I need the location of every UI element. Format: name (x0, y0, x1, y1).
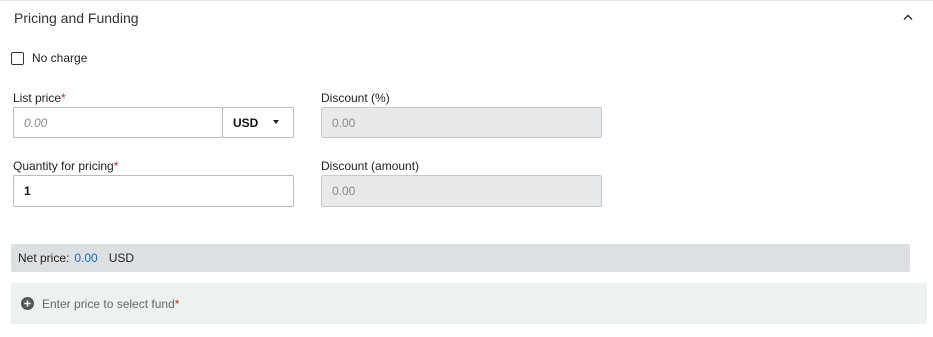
discount-amount-label: Discount (amount) (321, 159, 420, 173)
section-title: Pricing and Funding (14, 10, 139, 26)
required-marker: * (61, 91, 66, 105)
required-marker: * (174, 296, 180, 311)
select-fund-row[interactable]: Enter price to select fund* (11, 283, 927, 324)
list-price-placeholder: 0.00 (24, 115, 48, 130)
net-price-summary: Net price: 0.00 USD (11, 244, 910, 272)
discount-percent-label: Discount (%) (321, 91, 390, 105)
discount-amount-input: 0.00 (321, 175, 602, 207)
select-fund-text: Enter price to select fund* (42, 297, 179, 311)
pricing-funding-header[interactable]: Pricing and Funding (0, 1, 933, 35)
currency-select[interactable]: USD (222, 107, 294, 138)
discount-percent-value: 0.00 (332, 115, 356, 130)
no-charge-option[interactable]: No charge (11, 50, 87, 66)
discount-amount-value: 0.00 (332, 184, 356, 198)
list-price-input[interactable]: 0.00 (13, 107, 223, 138)
discount-percent-input: 0.00 (321, 107, 602, 138)
quantity-label-text: Quantity for pricing (13, 159, 114, 173)
caret-down-icon (273, 120, 279, 124)
quantity-label: Quantity for pricing* (13, 159, 118, 173)
list-price-label-text: List price (13, 91, 62, 105)
no-charge-label: No charge (32, 51, 88, 65)
quantity-value: 1 (24, 184, 31, 198)
no-charge-checkbox[interactable] (11, 51, 24, 65)
net-price-value: 0.00 (74, 251, 98, 265)
net-price-label: Net price: (18, 251, 70, 265)
select-fund-label: Enter price to select fund (42, 296, 175, 311)
list-price-label: List price* (13, 91, 66, 105)
currency-selected-value: USD (233, 115, 259, 130)
required-marker: * (113, 159, 119, 173)
chevron-up-icon[interactable] (898, 7, 918, 27)
net-price-currency: USD (108, 251, 135, 265)
plus-circle-icon (21, 297, 34, 310)
quantity-input[interactable]: 1 (13, 175, 294, 207)
